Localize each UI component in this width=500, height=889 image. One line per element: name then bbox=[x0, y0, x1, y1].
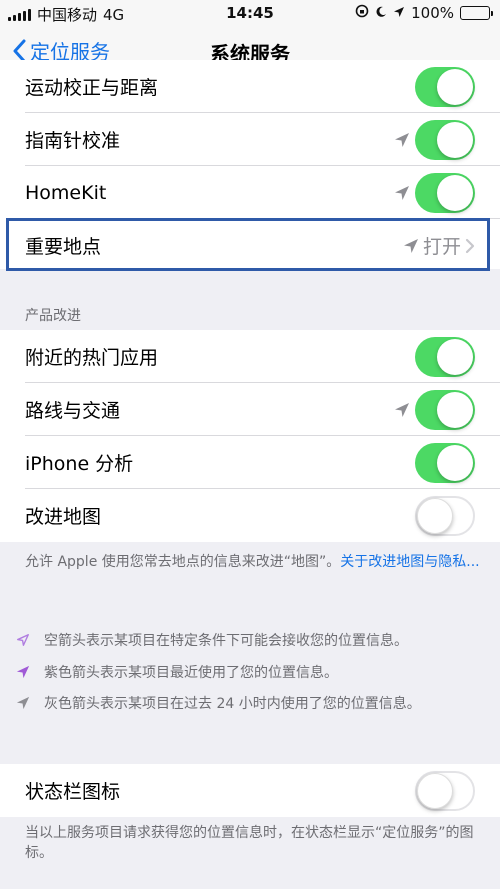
moon-icon bbox=[375, 4, 387, 22]
settings-row-iphone-analytics[interactable]: iPhone 分析 bbox=[0, 436, 500, 489]
settings-row-popular-near-me[interactable]: 附近的热门应用 bbox=[0, 330, 500, 383]
settings-row-homekit[interactable]: HomeKit bbox=[0, 166, 500, 219]
purple-location-arrow-icon bbox=[16, 665, 30, 679]
status-bar: 中国移动 4G 14:45 100% bbox=[0, 0, 500, 28]
settings-row-status-bar-icon[interactable]: 状态栏图标 bbox=[0, 764, 500, 817]
status-bar-icon-group: 状态栏图标 bbox=[0, 764, 500, 817]
gray-location-arrow-icon bbox=[16, 696, 30, 710]
settings-row-motion-calibration[interactable]: 运动校正与距离 bbox=[0, 60, 500, 113]
footer-description: 允许 Apple 使用您常去地点的信息来改进“地图”。 bbox=[25, 554, 341, 570]
legend-text: 空箭头表示某项目在特定条件下可能会接收您的位置信息。 bbox=[44, 633, 408, 649]
product-improvement-group: 附近的热门应用 路线与交通 iPhone 分析 改进地图 bbox=[0, 330, 500, 542]
highlight-box bbox=[6, 218, 490, 271]
row-label: 路线与交通 bbox=[25, 400, 121, 422]
legend-text: 灰色箭头表示某项目在过去 24 小时内使用了您的位置信息。 bbox=[44, 696, 421, 712]
section-header: 产品改进 bbox=[25, 308, 81, 324]
settings-row-routing-traffic[interactable]: 路线与交通 bbox=[0, 383, 500, 436]
routing-traffic-toggle[interactable] bbox=[415, 389, 475, 430]
privacy-link[interactable]: 关于改进地图与隐私... bbox=[340, 554, 479, 570]
location-icon bbox=[393, 4, 405, 22]
battery-icon bbox=[460, 6, 493, 20]
legend-item-hollow-arrow: 空箭头表示某项目在特定条件下可能会接收您的位置信息。 bbox=[16, 630, 408, 650]
status-right: 100% bbox=[355, 4, 493, 22]
popular-near-me-toggle[interactable] bbox=[415, 336, 475, 377]
row-label: 指南针校准 bbox=[25, 130, 121, 152]
location-arrow-icon bbox=[394, 132, 410, 152]
compass-calibration-toggle[interactable] bbox=[415, 119, 475, 160]
location-arrow-icon bbox=[394, 185, 410, 205]
status-bar-icon-toggle[interactable] bbox=[415, 770, 475, 811]
legend-item-gray-arrow: 灰色箭头表示某项目在过去 24 小时内使用了您的位置信息。 bbox=[16, 693, 421, 713]
legend-item-purple-arrow: 紫色箭头表示某项目最近使用了您的位置信息。 bbox=[16, 662, 338, 682]
location-arrow-icon bbox=[394, 402, 410, 422]
battery-percent: 100% bbox=[411, 4, 454, 22]
improve-maps-toggle[interactable] bbox=[415, 495, 475, 536]
row-label: 附近的热门应用 bbox=[25, 347, 159, 369]
hollow-location-arrow-icon bbox=[17, 634, 29, 646]
iphone-analytics-toggle[interactable] bbox=[415, 442, 475, 483]
lock-rotation-icon bbox=[355, 4, 369, 22]
row-label: iPhone 分析 bbox=[25, 453, 134, 475]
status-bar-icon-footer: 当以上服务项目请求获得您的位置信息时，在状态栏显示“定位服务”的图标。 bbox=[25, 825, 474, 861]
motion-calibration-toggle[interactable] bbox=[415, 66, 475, 107]
legend-text: 紫色箭头表示某项目最近使用了您的位置信息。 bbox=[44, 665, 338, 681]
row-label: HomeKit bbox=[25, 181, 107, 204]
homekit-toggle[interactable] bbox=[415, 172, 475, 213]
settings-row-compass-calibration[interactable]: 指南针校准 bbox=[0, 113, 500, 166]
settings-row-improve-maps[interactable]: 改进地图 bbox=[0, 489, 500, 542]
row-label: 运动校正与距离 bbox=[25, 77, 159, 99]
improve-maps-footer: 允许 Apple 使用您常去地点的信息来改进“地图”。关于改进地图与隐私... bbox=[25, 552, 480, 572]
row-label: 改进地图 bbox=[25, 506, 102, 528]
row-label: 状态栏图标 bbox=[25, 781, 121, 803]
